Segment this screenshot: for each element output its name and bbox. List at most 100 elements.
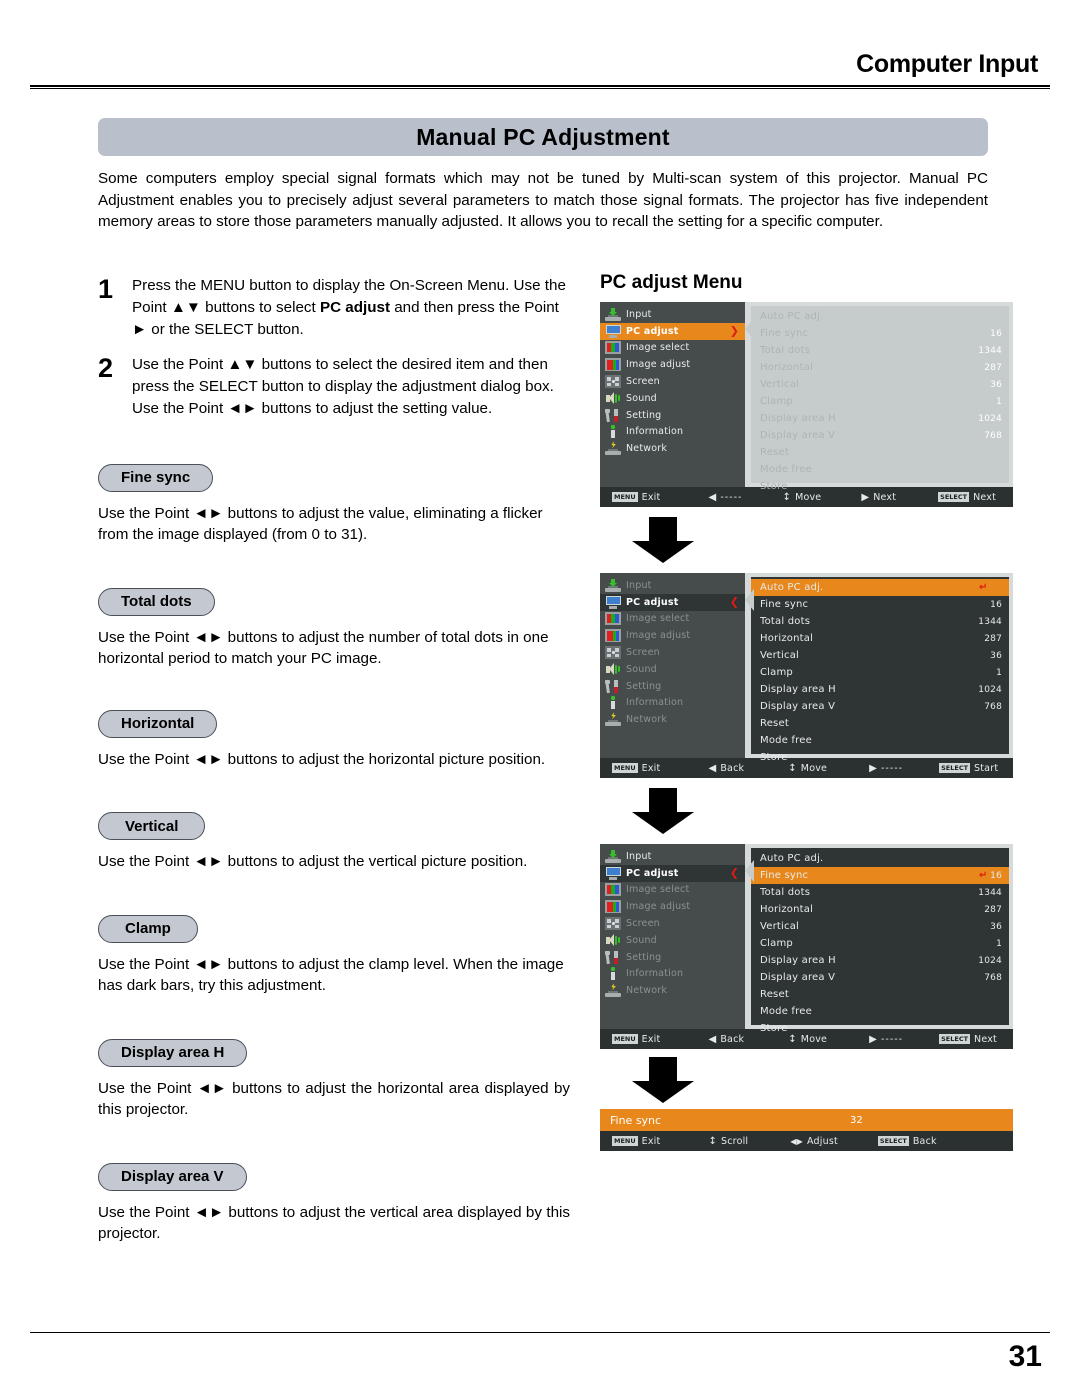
osd-item-store[interactable]: Store: [751, 1020, 1009, 1037]
osd-item-store[interactable]: Store: [751, 478, 1009, 495]
menu-key-badge: MENU: [612, 763, 638, 773]
osd-item-vertical[interactable]: Vertical 36: [751, 376, 1009, 393]
sidebar-item-image-adjust[interactable]: Image adjust: [600, 356, 745, 373]
osd-item-display-area-h[interactable]: Display area H 1024: [751, 410, 1009, 427]
section-label: Display area H: [98, 1038, 248, 1067]
osd-item-fine-sync[interactable]: Fine sync 16: [751, 596, 1009, 613]
sidebar-item-image-adjust[interactable]: Image adjust: [600, 898, 745, 915]
sidebar-item-setting[interactable]: Setting: [600, 407, 745, 424]
sidebar-item-screen[interactable]: Screen: [600, 644, 745, 661]
guide-exit[interactable]: MENU Exit: [612, 492, 660, 503]
sidebar-item-pc-adjust[interactable]: PC adjust ❮: [600, 593, 745, 611]
osd-item-horizontal[interactable]: Horizontal 287: [751, 901, 1009, 918]
osd-item-vertical[interactable]: Vertical 36: [751, 918, 1009, 935]
osd-item-fine-sync[interactable]: Fine sync ↵ 16: [751, 867, 1009, 884]
dialog-guide-bar: MENU Exit ↕ Scroll ◀▶ Adjust SELECT Back: [600, 1131, 1013, 1151]
sidebar-item-network[interactable]: Network: [600, 982, 745, 999]
osd-item-mode-free[interactable]: Mode free: [751, 732, 1009, 749]
osd-item-reset[interactable]: Reset: [751, 715, 1009, 732]
osd-item-display-area-v[interactable]: Display area V 768: [751, 427, 1009, 444]
osd-item-vertical[interactable]: Vertical 36: [751, 647, 1009, 664]
guide-exit[interactable]: MENU Exit: [612, 763, 660, 774]
item-value: 287: [984, 362, 1002, 373]
sidebar-item-label: Screen: [626, 918, 660, 930]
osd-screenshot-2: Input PC adjust ❮ Image select Image adj…: [600, 573, 1013, 778]
item-label: Auto PC adj.: [760, 311, 824, 322]
return-arrow-icon: ↵: [979, 582, 988, 593]
osd-item-mode-free[interactable]: Mode free: [751, 1003, 1009, 1020]
item-label: Total dots: [760, 887, 811, 898]
osd-item-total-dots[interactable]: Total dots 1344: [751, 342, 1009, 359]
osd-item-display-area-v[interactable]: Display area V 768: [751, 698, 1009, 715]
guide-scroll[interactable]: ↕ Scroll: [708, 1136, 748, 1147]
sidebar-item-screen[interactable]: Screen: [600, 373, 745, 390]
item-value: 1: [996, 667, 1002, 678]
sidebar-item-setting[interactable]: Setting: [600, 678, 745, 695]
item-value: 1024: [978, 413, 1002, 424]
item-value: 1344: [978, 887, 1002, 898]
osd-item-total-dots[interactable]: Total dots 1344: [751, 884, 1009, 901]
sidebar-item-information[interactable]: Information: [600, 695, 745, 712]
osd-item-fine-sync[interactable]: Fine sync 16: [751, 325, 1009, 342]
item-label: Horizontal: [760, 362, 814, 373]
guide-select-back[interactable]: SELECT Back: [877, 1136, 937, 1147]
fine-sync-dialog[interactable]: Fine sync 32: [600, 1109, 1013, 1131]
item-value: 16: [990, 599, 1002, 610]
sidebar-item-pc-adjust[interactable]: PC adjust ❮: [600, 864, 745, 882]
osd-item-reset[interactable]: Reset: [751, 444, 1009, 461]
osd-item-auto-pc-adj[interactable]: Auto PC adj. ↵: [751, 579, 1009, 596]
osd-item-clamp[interactable]: Clamp 1: [751, 935, 1009, 952]
item-value: 1344: [978, 616, 1002, 627]
guide-back[interactable]: ◀ Back: [708, 763, 744, 774]
sidebar-item-image-select[interactable]: Image select: [600, 611, 745, 628]
sidebar-item-image-adjust[interactable]: Image adjust: [600, 627, 745, 644]
guide-back[interactable]: ◀ Back: [708, 1034, 744, 1045]
sidebar-item-label: Network: [626, 985, 668, 997]
osd-item-clamp[interactable]: Clamp 1: [751, 393, 1009, 410]
sidebar-item-sound[interactable]: Sound: [600, 661, 745, 678]
item-label: Horizontal: [760, 633, 814, 644]
item-label: Reset: [760, 989, 789, 1000]
sidebar-item-image-select[interactable]: Image select: [600, 340, 745, 357]
sidebar-item-information[interactable]: Information: [600, 424, 745, 441]
osd-item-display-area-v[interactable]: Display area V 768: [751, 969, 1009, 986]
sidebar-item-input[interactable]: Input: [600, 848, 745, 865]
osd-item-display-area-h[interactable]: Display area H 1024: [751, 681, 1009, 698]
osd-item-total-dots[interactable]: Total dots 1344: [751, 613, 1009, 630]
osd-item-auto-pc-adj[interactable]: Auto PC adj.: [751, 850, 1009, 867]
sidebar-item-screen[interactable]: Screen: [600, 915, 745, 932]
flow-arrow-3: [632, 1057, 694, 1103]
item-value: 287: [984, 633, 1002, 644]
sidebar-item-setting[interactable]: Setting: [600, 949, 745, 966]
osd-item-horizontal[interactable]: Horizontal 287: [751, 630, 1009, 647]
sidebar-item-label: PC adjust: [626, 867, 679, 879]
return-arrow-icon: ↵: [979, 870, 988, 881]
item-value: 1024: [978, 955, 1002, 966]
guide-adjust[interactable]: ◀▶ Adjust: [790, 1136, 838, 1147]
item-label: Mode free: [760, 735, 812, 746]
sidebar-item-input[interactable]: Input: [600, 577, 745, 594]
osd-item-auto-pc-adj[interactable]: Auto PC adj.: [751, 308, 1009, 325]
osd-item-clamp[interactable]: Clamp 1: [751, 664, 1009, 681]
osd-item-display-area-h[interactable]: Display area H 1024: [751, 952, 1009, 969]
sidebar-item-sound[interactable]: Sound: [600, 390, 745, 407]
osd-item-mode-free[interactable]: Mode free: [751, 461, 1009, 478]
dialog-label: Fine sync: [610, 1113, 662, 1127]
sidebar-item-pc-adjust[interactable]: PC adjust ❯: [600, 322, 745, 340]
sidebar-item-label: Input: [626, 308, 652, 320]
guide-exit[interactable]: MENU Exit: [612, 1136, 660, 1147]
sidebar-item-network[interactable]: Network: [600, 440, 745, 457]
osd-item-store[interactable]: Store: [751, 749, 1009, 766]
sidebar-item-label: PC adjust: [626, 325, 679, 337]
item-label: Total dots: [760, 616, 811, 627]
sidebar-item-image-select[interactable]: Image select: [600, 882, 745, 899]
sidebar-item-information[interactable]: Information: [600, 966, 745, 983]
guide-exit[interactable]: MENU Exit: [612, 1034, 660, 1045]
item-label: Reset: [760, 447, 789, 458]
osd-item-reset[interactable]: Reset: [751, 986, 1009, 1003]
sidebar-item-network[interactable]: Network: [600, 711, 745, 728]
sidebar-item-input[interactable]: Input: [600, 306, 745, 323]
sidebar-item-sound[interactable]: Sound: [600, 932, 745, 949]
osd-item-horizontal[interactable]: Horizontal 287: [751, 359, 1009, 376]
section-fine-sync: Fine sync Use the Point ◄► buttons to ad…: [98, 434, 570, 546]
